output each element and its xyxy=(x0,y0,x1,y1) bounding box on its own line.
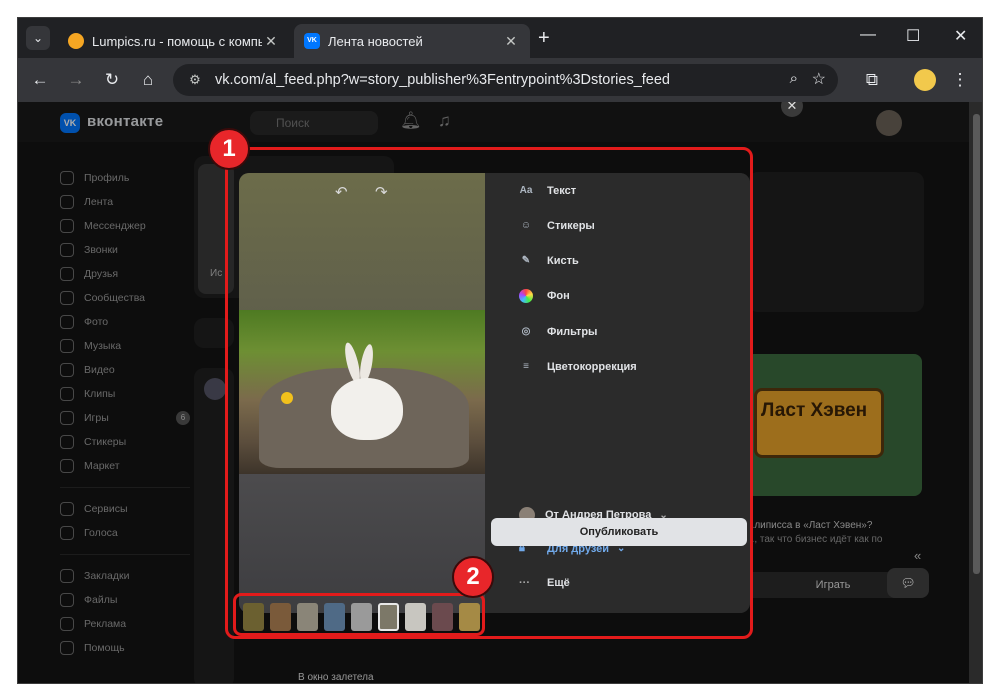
browser-toolbar: ← → ↻ ⌂ ⚙ vk.com/al_feed.php?w=story_pub… xyxy=(18,58,982,102)
tab-lumpics[interactable]: Lumpics.ru - помощь с компь ✕ xyxy=(58,24,290,58)
minimize-button[interactable]: — xyxy=(860,26,876,44)
scrollbar-thumb[interactable] xyxy=(973,114,980,574)
tab-close-icon[interactable]: ✕ xyxy=(262,33,280,50)
forward-icon[interactable]: → xyxy=(64,68,88,92)
page-scrollbar[interactable] xyxy=(969,102,982,683)
url-text[interactable]: vk.com/al_feed.php?w=story_publisher%3Fe… xyxy=(215,72,670,88)
back-icon[interactable]: ← xyxy=(28,68,52,92)
home-icon[interactable]: ⌂ xyxy=(136,68,160,92)
new-tab-button[interactable]: + xyxy=(538,27,550,50)
close-window-button[interactable]: ✕ xyxy=(954,26,967,46)
profile-icon[interactable] xyxy=(914,69,936,91)
extensions-icon[interactable]: ⧉ xyxy=(860,68,884,92)
menu-icon[interactable]: ⋮ xyxy=(948,68,972,92)
annotation-marker-2: 2 xyxy=(452,556,494,598)
collapse-icon[interactable]: « xyxy=(914,548,921,563)
tab-title: Lumpics.ru - помощь с компь xyxy=(92,33,262,49)
lumpics-favicon-icon xyxy=(68,33,84,49)
tab-strip: ⌄ Lumpics.ru - помощь с компь ✕ VK Лента… xyxy=(18,18,982,58)
bookmark-star-icon[interactable]: ☆ xyxy=(812,69,826,89)
reload-icon[interactable]: ↻ xyxy=(100,68,124,92)
tab-vk-feed[interactable]: VK Лента новостей ✕ xyxy=(294,24,530,58)
zoom-icon[interactable]: ⌕ xyxy=(790,70,798,87)
site-settings-icon[interactable]: ⚙ xyxy=(181,70,209,90)
tab-title: Лента новостей xyxy=(328,33,423,49)
vk-favicon-icon: VK xyxy=(304,33,320,49)
address-bar[interactable]: ⚙ vk.com/al_feed.php?w=story_publisher%3… xyxy=(173,64,838,96)
maximize-button[interactable]: ☐ xyxy=(906,26,920,46)
annotation-highlight-2 xyxy=(233,593,485,636)
tab-search-button[interactable]: ⌄ xyxy=(26,26,50,50)
chat-bubble-icon[interactable]: 💬︎ xyxy=(887,568,929,598)
annotation-marker-1: 1 xyxy=(208,128,250,170)
tab-close-icon[interactable]: ✕ xyxy=(502,33,520,50)
